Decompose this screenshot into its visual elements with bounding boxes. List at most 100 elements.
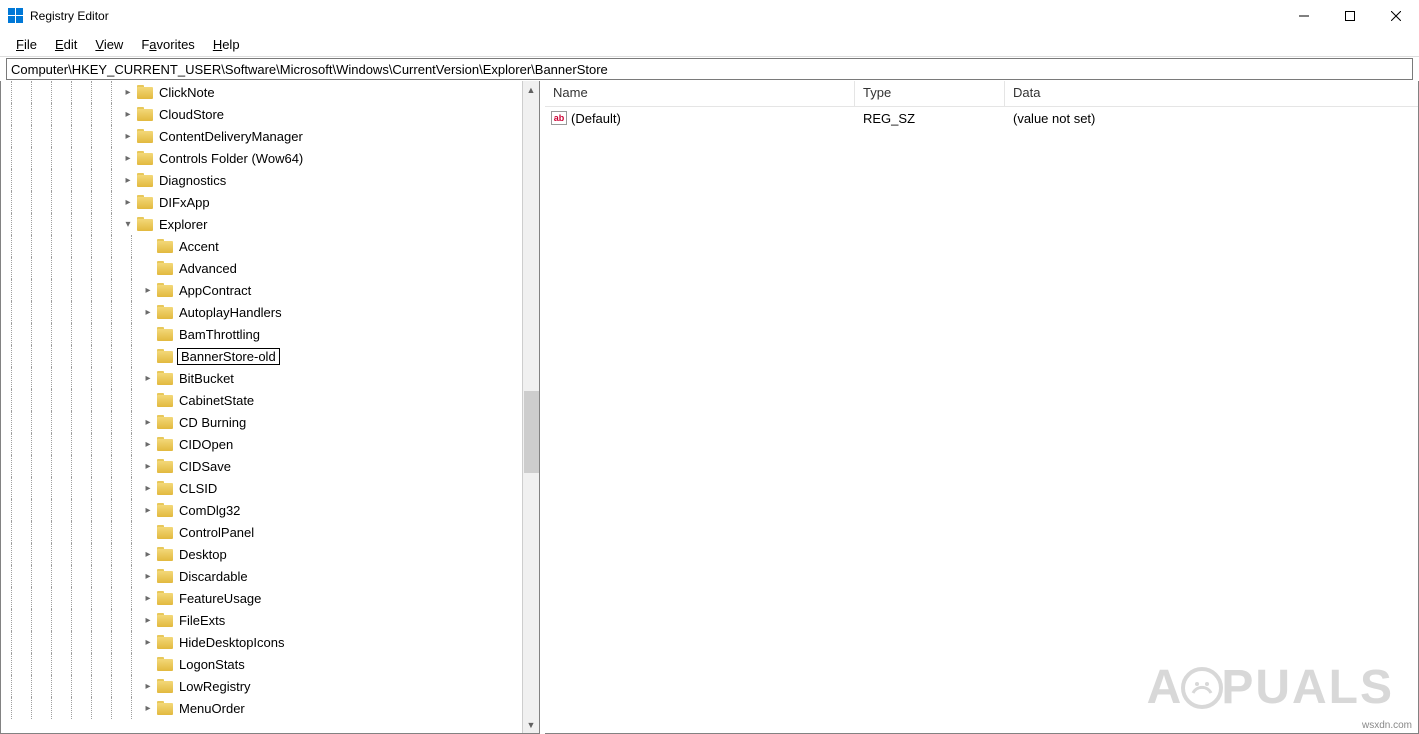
close-icon [1391, 11, 1401, 21]
tree-item[interactable]: ▸ HideDesktopIcons [1, 631, 522, 653]
tree-item-label: CD Burning [177, 415, 248, 430]
minimize-button[interactable] [1281, 0, 1327, 32]
tree-item-label: AppContract [177, 283, 253, 298]
tree-item[interactable]: ▸CIDOpen [1, 433, 522, 455]
chevron-right-icon[interactable]: ▸ [141, 305, 155, 319]
col-name[interactable]: Name [545, 81, 855, 106]
folder-icon [157, 415, 173, 429]
scroll-thumb[interactable] [524, 391, 539, 473]
tree-item[interactable]: ▸LowRegistry [1, 675, 522, 697]
menu-file[interactable]: File [8, 35, 45, 54]
col-data[interactable]: Data [1005, 81, 1418, 106]
tree-item[interactable]: ▸ ContentDeliveryManager [1, 125, 522, 147]
tree-item[interactable]: ▸CIDSave [1, 455, 522, 477]
tree-item[interactable]: BamThrottling [1, 323, 522, 345]
chevron-right-icon[interactable]: ▸ [141, 591, 155, 605]
chevron-right-icon[interactable]: ▸ [121, 129, 135, 143]
tree-item-label: BamThrottling [177, 327, 262, 342]
tree-item[interactable]: ControlPanel [1, 521, 522, 543]
close-button[interactable] [1373, 0, 1419, 32]
chevron-right-icon[interactable]: ▸ [121, 195, 135, 209]
chevron-right-icon[interactable]: ▸ [141, 481, 155, 495]
chevron-right-icon[interactable]: ▸ [141, 569, 155, 583]
folder-icon [157, 459, 173, 473]
menu-view[interactable]: View [87, 35, 131, 54]
folder-icon [157, 679, 173, 693]
tree-item-label: HideDesktopIcons [177, 635, 287, 650]
folder-icon [157, 371, 173, 385]
chevron-right-icon[interactable]: ▸ [141, 613, 155, 627]
scroll-up-arrow[interactable]: ▲ [523, 81, 539, 98]
tree-item[interactable]: ▸ AppContract [1, 279, 522, 301]
tree-item-label: Explorer [157, 217, 209, 232]
tree-item-label: ContentDeliveryManager [157, 129, 305, 144]
tree-item[interactable]: ▸ComDlg32 [1, 499, 522, 521]
tree-item-label: AutoplayHandlers [177, 305, 284, 320]
chevron-down-icon[interactable]: ▾ [121, 217, 135, 231]
list-rows: (Default)REG_SZ(value not set) [545, 107, 1418, 129]
tree-item[interactable]: ▸FileExts [1, 609, 522, 631]
expander-placeholder [141, 525, 155, 539]
tree-item[interactable]: ▸ AutoplayHandlers [1, 301, 522, 323]
tree-item[interactable]: ▸Desktop [1, 543, 522, 565]
tree-item[interactable]: ▸DIFxApp [1, 191, 522, 213]
chevron-right-icon[interactable]: ▸ [121, 173, 135, 187]
tree-item-label: Diagnostics [157, 173, 228, 188]
tree-item[interactable]: Accent [1, 235, 522, 257]
tree-item[interactable]: ▸Controls Folder (Wow64) [1, 147, 522, 169]
chevron-right-icon[interactable]: ▸ [141, 283, 155, 297]
tree-scroll[interactable]: ▸ClickNote▸CloudStore▸ContentDeliveryMan… [1, 81, 522, 733]
folder-icon [157, 305, 173, 319]
tree-item[interactable]: ▸BitBucket [1, 367, 522, 389]
folder-icon [137, 151, 153, 165]
tree-item-label[interactable]: BannerStore-old [177, 348, 280, 365]
tree-item[interactable]: ▸ClickNote [1, 81, 522, 103]
chevron-right-icon[interactable]: ▸ [141, 547, 155, 561]
expander-placeholder [141, 261, 155, 275]
tree-item[interactable]: CabinetState [1, 389, 522, 411]
list-row[interactable]: (Default)REG_SZ(value not set) [545, 107, 1418, 129]
menu-favorites[interactable]: Favorites [133, 35, 202, 54]
chevron-right-icon[interactable]: ▸ [141, 635, 155, 649]
window-controls [1281, 0, 1419, 32]
tree-item[interactable]: ▸CLSID [1, 477, 522, 499]
chevron-right-icon[interactable]: ▸ [141, 371, 155, 385]
tree-item[interactable]: ▸CloudStore [1, 103, 522, 125]
folder-icon [137, 107, 153, 121]
tree-item-label: MenuOrder [177, 701, 247, 716]
address-bar[interactable] [6, 58, 1413, 80]
tree-item[interactable]: ▸Discardable [1, 565, 522, 587]
chevron-right-icon[interactable]: ▸ [141, 701, 155, 715]
expander-placeholder [141, 239, 155, 253]
list-header: Name Type Data [545, 81, 1418, 107]
chevron-right-icon[interactable]: ▸ [141, 415, 155, 429]
expander-placeholder [141, 327, 155, 341]
chevron-right-icon[interactable]: ▸ [141, 459, 155, 473]
tree-item[interactable]: ▸ Diagnostics [1, 169, 522, 191]
scroll-down-arrow[interactable]: ▼ [523, 716, 539, 733]
chevron-right-icon[interactable]: ▸ [141, 503, 155, 517]
chevron-right-icon[interactable]: ▸ [141, 437, 155, 451]
tree-item[interactable]: ▸ CD Burning [1, 411, 522, 433]
tree-item[interactable]: ▾ Explorer [1, 213, 522, 235]
tree-scrollbar[interactable]: ▲ ▼ [522, 81, 539, 733]
expander-placeholder [141, 393, 155, 407]
chevron-right-icon[interactable]: ▸ [141, 679, 155, 693]
chevron-right-icon[interactable]: ▸ [121, 85, 135, 99]
folder-icon [157, 327, 173, 341]
maximize-button[interactable] [1327, 0, 1373, 32]
menu-edit[interactable]: Edit [47, 35, 85, 54]
tree-item[interactable]: BannerStore-old [1, 345, 522, 367]
chevron-right-icon[interactable]: ▸ [121, 107, 135, 121]
tree-item[interactable]: Advanced [1, 257, 522, 279]
tree-item[interactable]: LogonStats [1, 653, 522, 675]
tree-item[interactable]: ▸ FeatureUsage [1, 587, 522, 609]
tree-item-label: FeatureUsage [177, 591, 263, 606]
folder-icon [157, 349, 173, 363]
menu-help[interactable]: Help [205, 35, 248, 54]
col-type[interactable]: Type [855, 81, 1005, 106]
folder-icon [157, 239, 173, 253]
chevron-right-icon[interactable]: ▸ [121, 151, 135, 165]
tree-item[interactable]: ▸ MenuOrder [1, 697, 522, 719]
window-title: Registry Editor [30, 9, 109, 23]
